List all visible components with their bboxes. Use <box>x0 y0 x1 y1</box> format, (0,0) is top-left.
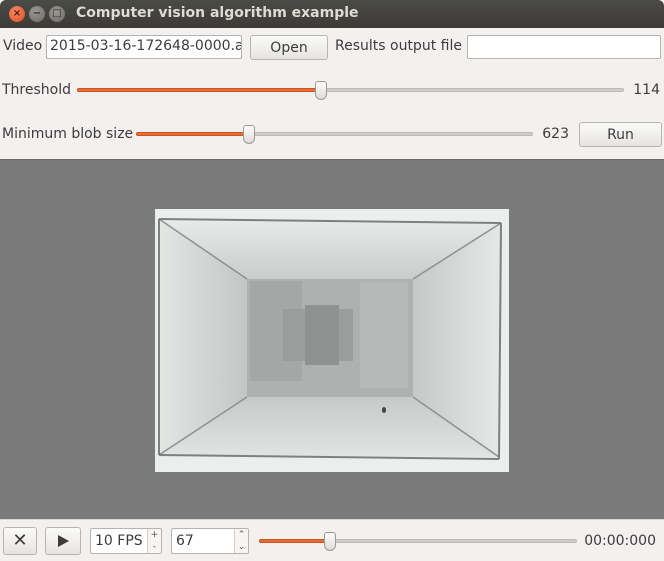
results-output-label: Results output file <box>335 38 462 54</box>
seek-slider-fill <box>259 539 329 543</box>
frame-spin-arrows[interactable]: ⌃ ⌄ <box>234 529 248 553</box>
min-blob-size-slider[interactable] <box>136 125 533 144</box>
video-label: Video <box>3 38 43 54</box>
chevron-down-icon[interactable]: ⌄ <box>238 542 246 552</box>
chevron-up-icon[interactable]: ⌃ <box>238 530 246 540</box>
open-button[interactable]: Open <box>250 35 328 60</box>
threshold-label: Threshold <box>2 82 71 98</box>
minus-icon[interactable]: - <box>153 542 156 552</box>
fps-spinbox[interactable]: 10 FPS + - <box>90 528 162 554</box>
threshold-slider-handle[interactable] <box>314 81 327 100</box>
run-button[interactable]: Run <box>579 122 662 147</box>
title-bar: × − □ Computer vision algorithm example <box>0 0 664 28</box>
video-viewport <box>0 159 664 519</box>
seek-slider-handle[interactable] <box>323 532 336 551</box>
min-blob-size-slider-handle[interactable] <box>242 125 255 144</box>
video-path-field[interactable]: 2015-03-16-172648-0000.avi <box>46 35 242 59</box>
fps-spin-arrows[interactable]: + - <box>147 529 161 553</box>
player-bar: ✕ 10 FPS + - 67 ⌃ ⌄ 00:00:000 <box>0 519 664 561</box>
threshold-value: 114 <box>633 82 660 98</box>
frame-spinbox[interactable]: 67 ⌃ ⌄ <box>171 528 249 554</box>
plus-icon[interactable]: + <box>151 530 159 540</box>
min-blob-size-label: Minimum blob size <box>2 126 134 142</box>
min-blob-size-value: 623 <box>542 126 569 142</box>
video-frame <box>155 209 509 472</box>
window-close-button[interactable]: × <box>9 6 25 22</box>
play-button[interactable] <box>45 527 81 555</box>
threshold-slider-fill <box>77 88 320 92</box>
seek-slider[interactable] <box>259 532 577 551</box>
stop-button[interactable]: ✕ <box>3 527 37 555</box>
frame-value: 67 <box>176 533 194 549</box>
window-maximize-button[interactable]: □ <box>49 6 65 22</box>
min-blob-size-slider-fill <box>136 132 248 136</box>
threshold-slider[interactable] <box>77 81 624 100</box>
fps-value: 10 FPS <box>95 533 143 549</box>
close-icon: ✕ <box>12 530 28 551</box>
play-icon <box>58 535 69 547</box>
time-readout: 00:00:000 <box>584 533 656 549</box>
window-title: Computer vision algorithm example <box>76 5 359 21</box>
window-minimize-button[interactable]: − <box>29 6 45 22</box>
results-output-field[interactable] <box>467 35 661 59</box>
